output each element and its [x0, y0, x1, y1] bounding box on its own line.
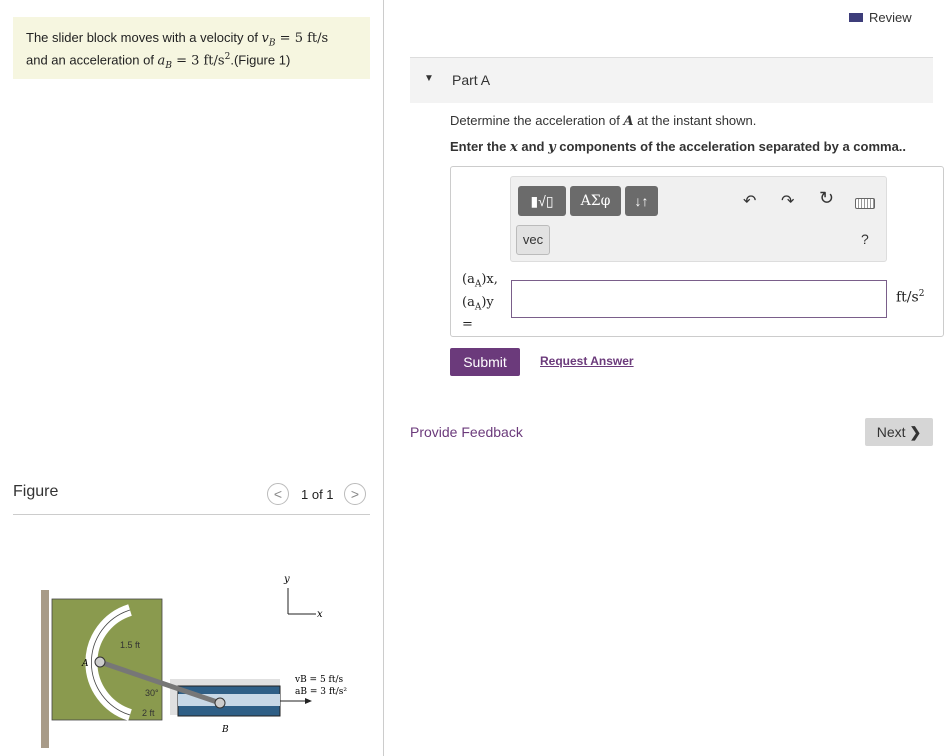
answer-input[interactable]: [511, 280, 887, 318]
math-toolbar: ▮√▯ ΑΣφ ↓↑ vec ↶ ↷ ↻ ?: [510, 176, 887, 262]
figure-image: y x 1.5 ft 30° 2 ft A B vB = 5 ft/s aB =…: [41, 574, 347, 748]
prev-figure-button[interactable]: <: [267, 483, 289, 505]
chevron-right-icon: ❯: [909, 424, 922, 440]
units-exponent: 2: [918, 289, 925, 299]
templates-button[interactable]: ▮√▯: [518, 186, 566, 216]
variable-a: A: [623, 114, 634, 129]
review-link[interactable]: Review: [849, 10, 912, 25]
next-label: Next: [876, 424, 906, 440]
label-x: (aA)x,: [462, 271, 498, 294]
collapse-arrow-icon[interactable]: ▼: [424, 73, 434, 84]
label-part: (a: [462, 294, 475, 310]
figure-title: Figure: [13, 483, 59, 500]
wall: [41, 590, 49, 748]
arrowhead: [305, 698, 312, 704]
vector-button[interactable]: vec: [516, 225, 550, 255]
equals-sign: =: [462, 317, 473, 333]
question-text: Determine the acceleration of A at the i…: [450, 113, 756, 129]
figure-link[interactable]: .(Figure 1): [230, 52, 290, 67]
request-answer-link[interactable]: Request Answer: [540, 354, 634, 368]
instruction-part: components of the acceleration separated…: [555, 139, 907, 154]
dim-label: 2 ft: [142, 708, 155, 718]
problem-statement: The slider block moves with a velocity o…: [13, 17, 370, 79]
velocity-value: = 5 ft/s: [275, 31, 329, 46]
instruction-part: Enter the: [450, 139, 510, 154]
velocity-symbol: v: [261, 31, 269, 46]
point-b-label: B: [221, 725, 229, 735]
part-header[interactable]: ▼ Part A: [410, 58, 933, 103]
book-icon: [849, 13, 863, 22]
submit-button[interactable]: Submit: [450, 348, 520, 376]
acceleration-value: = 3 ft/s: [171, 53, 225, 69]
problem-text: and an acceleration of: [26, 52, 158, 68]
question-part: at the instant shown.: [633, 113, 757, 128]
point-a-label: A: [81, 659, 89, 669]
variable-y: y: [548, 140, 556, 155]
reset-icon[interactable]: ↻: [819, 188, 834, 209]
angle-label: 30°: [145, 688, 159, 698]
keyboard-icon[interactable]: [855, 198, 875, 209]
x-label: x: [317, 609, 323, 620]
undo-icon[interactable]: ↶: [743, 191, 756, 211]
acceleration-subscript: B: [165, 60, 172, 71]
units-text: ft/s: [896, 289, 919, 306]
ab-label: aB = 3 ft/s²: [295, 687, 347, 697]
problem-text: The slider block moves with a velocity o…: [26, 30, 262, 45]
label-y: (aA)y: [462, 294, 498, 317]
problem-line-2: and an acceleration of aB = 3 ft/s2.(Fig…: [26, 48, 290, 75]
help-icon[interactable]: ?: [861, 231, 869, 247]
figure-pager: 1 of 1: [301, 487, 334, 502]
variable-x: x: [509, 140, 518, 155]
arrows-button[interactable]: ↓↑: [625, 186, 658, 216]
next-figure-button[interactable]: >: [344, 483, 366, 505]
answer-units: ft/s2: [896, 289, 924, 306]
redo-icon[interactable]: ↷: [781, 191, 794, 211]
answer-label: (aA)x, (aA)y =: [462, 271, 498, 333]
dim-label: 1.5 ft: [120, 640, 141, 650]
figure-header: Figure < 1 of 1 >: [13, 480, 370, 515]
instruction-part: and: [517, 139, 549, 154]
y-label: y: [283, 574, 290, 585]
pin-b: [214, 697, 226, 709]
pin-a: [94, 656, 106, 668]
provide-feedback-link[interactable]: Provide Feedback: [410, 424, 523, 440]
next-button[interactable]: Next ❯: [865, 418, 933, 446]
left-panel: The slider block moves with a velocity o…: [0, 0, 384, 756]
label-part: )x,: [481, 272, 498, 287]
greek-symbols-button[interactable]: ΑΣφ: [570, 186, 621, 216]
question-part: Determine the acceleration of: [450, 113, 624, 128]
part-title: Part A: [452, 72, 491, 88]
question-instruction: Enter the x and y components of the acce…: [450, 139, 906, 155]
label-part: (a: [462, 272, 475, 287]
vb-label: vB = 5 ft/s: [294, 675, 344, 685]
review-label: Review: [869, 10, 912, 25]
label-part: )y: [481, 294, 494, 310]
